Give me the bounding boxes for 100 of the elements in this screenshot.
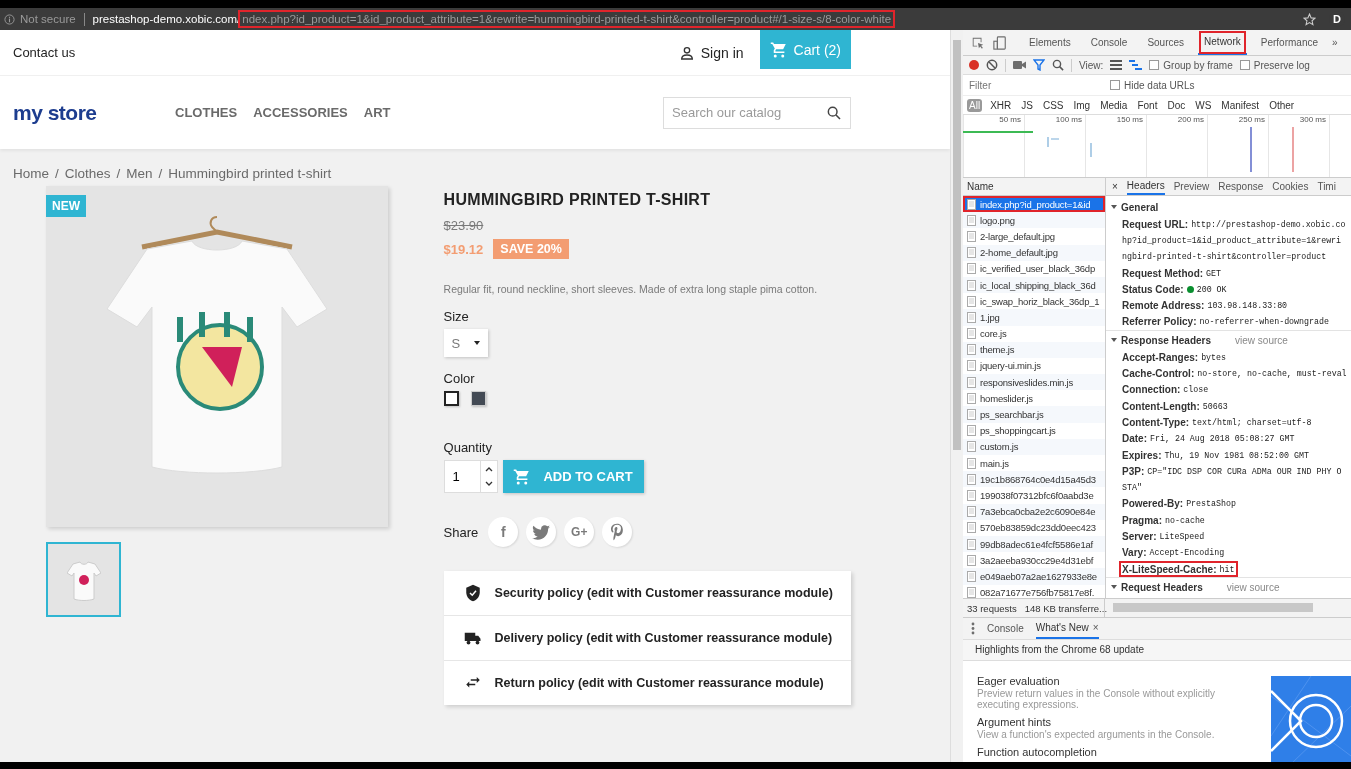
detail-tab[interactable]: Timi bbox=[1317, 178, 1336, 195]
panel-tab[interactable]: Performance bbox=[1254, 30, 1324, 55]
search-field[interactable]: Search our catalog bbox=[663, 96, 851, 129]
request-row[interactable]: 082a71677e756fb75817e8f. bbox=[963, 584, 1105, 598]
store-logo[interactable]: my store bbox=[13, 100, 153, 125]
request-row[interactable]: 199038f07312bfc6f0aabd3e bbox=[963, 487, 1105, 504]
checkbox[interactable] bbox=[1239, 60, 1250, 70]
request-row[interactable]: 7a3ebca0cba2e2c6090e84e bbox=[963, 503, 1105, 520]
up-chevron-icon[interactable] bbox=[484, 465, 493, 472]
google-plus-share-button[interactable]: G+ bbox=[564, 517, 595, 547]
drawer-menu-icon[interactable] bbox=[971, 622, 975, 635]
detail-tab[interactable]: Preview bbox=[1173, 178, 1210, 195]
search-icon[interactable] bbox=[826, 104, 842, 121]
request-row[interactable]: theme.js bbox=[963, 341, 1105, 358]
star-icon[interactable] bbox=[1303, 12, 1316, 26]
panel-tab[interactable]: Elements bbox=[1023, 30, 1077, 55]
type-filter[interactable]: Manifest bbox=[1219, 98, 1262, 112]
thumbnail-image[interactable] bbox=[46, 542, 121, 617]
type-filter[interactable]: XHR bbox=[988, 98, 1014, 112]
request-row[interactable]: custom.js bbox=[963, 438, 1105, 455]
expand-arrow-icon[interactable] bbox=[1111, 585, 1117, 590]
expand-arrow-icon[interactable] bbox=[1111, 205, 1117, 209]
scrollbar-thumb[interactable] bbox=[1113, 603, 1313, 612]
request-row[interactable]: 19c1b868764c0e4d15a45d3 bbox=[963, 471, 1105, 488]
detail-tab[interactable]: Headers bbox=[1126, 178, 1165, 195]
column-header[interactable]: Name bbox=[963, 178, 1105, 196]
nav-link[interactable]: ACCESSORIES bbox=[253, 105, 348, 120]
request-row[interactable]: core.js bbox=[963, 325, 1105, 342]
more-tabs-button[interactable]: » bbox=[1332, 37, 1338, 48]
detail-tab[interactable]: Response bbox=[1218, 178, 1264, 195]
type-filter[interactable]: Doc bbox=[1165, 98, 1188, 112]
camera-icon[interactable] bbox=[1013, 60, 1026, 70]
nav-link[interactable]: ART bbox=[363, 105, 391, 120]
close-button[interactable]: × bbox=[1112, 181, 1118, 192]
type-filter[interactable]: CSS bbox=[1040, 98, 1066, 112]
inspect-icon[interactable] bbox=[971, 35, 985, 50]
request-row[interactable]: homeslider.js bbox=[963, 390, 1105, 407]
type-filter[interactable]: Media bbox=[1098, 98, 1130, 112]
request-row[interactable]: responsiveslides.min.js bbox=[963, 374, 1105, 391]
device-toolbar-icon[interactable] bbox=[993, 35, 1007, 50]
scrollbar-thumb[interactable] bbox=[953, 40, 961, 450]
checkbox-label[interactable]: Preserve log bbox=[1253, 59, 1310, 71]
breadcrumb-link[interactable]: Clothes bbox=[64, 166, 111, 186]
request-row[interactable]: ps_shoppingcart.js bbox=[963, 422, 1105, 439]
request-row[interactable]: ic_verified_user_black_36dp bbox=[963, 260, 1105, 277]
facebook-share-button[interactable]: f bbox=[488, 517, 519, 547]
detail-tab[interactable]: Cookies bbox=[1272, 178, 1309, 195]
request-row[interactable]: 3a2aeeba930cc29e4d31ebf bbox=[963, 552, 1105, 569]
nav-link[interactable]: CLOTHES bbox=[175, 105, 238, 120]
request-row[interactable]: jquery-ui.min.js bbox=[963, 357, 1105, 375]
type-filter[interactable]: WS bbox=[1193, 98, 1214, 112]
panel-tab[interactable]: Network bbox=[1198, 30, 1247, 55]
pinterest-share-button[interactable] bbox=[602, 517, 633, 547]
request-row[interactable]: logo.png bbox=[963, 212, 1105, 229]
request-row[interactable]: 570eb83859dc23dd0eec423 bbox=[963, 519, 1105, 536]
checkbox[interactable] bbox=[1149, 60, 1160, 70]
type-filter[interactable]: JS bbox=[1019, 98, 1035, 112]
record-button[interactable] bbox=[969, 60, 979, 70]
request-row[interactable]: ic_local_shipping_black_36d bbox=[963, 276, 1105, 294]
waterfall-view-icon[interactable] bbox=[1129, 60, 1143, 70]
breadcrumb-link[interactable]: Men bbox=[126, 166, 153, 186]
type-filter[interactable]: Font bbox=[1135, 98, 1160, 112]
view-source-link[interactable]: view source bbox=[1235, 334, 1288, 346]
request-row[interactable]: 2-home_default.jpg bbox=[963, 244, 1105, 261]
clear-icon[interactable] bbox=[986, 59, 998, 71]
address-bar[interactable]: Not secure prestashop-demo.xobic.com/ ndex.php?id_product=1&id_product_attribute=1&rewrite=hummingbird-printed-t-shirt&controller=product#/1-size-s/8-color-white D bbox=[0, 8, 1351, 30]
request-row[interactable]: main.js bbox=[963, 455, 1105, 472]
filter-icon[interactable] bbox=[1033, 59, 1045, 71]
breadcrumb-link[interactable]: Home bbox=[13, 166, 49, 186]
type-filter[interactable]: Img bbox=[1071, 98, 1093, 112]
size-dropdown[interactable]: S bbox=[443, 329, 488, 357]
panel-tab[interactable]: Console bbox=[1084, 30, 1134, 55]
request-row[interactable]: e049aeb07a2ae1627933e8e bbox=[963, 568, 1105, 585]
twitter-share-button[interactable] bbox=[526, 517, 557, 547]
request-row[interactable]: 2-large_default.jpg bbox=[963, 228, 1105, 245]
section-title[interactable]: Request Headers bbox=[1121, 581, 1203, 593]
close-button[interactable]: × bbox=[1092, 622, 1099, 633]
panel-tab[interactable]: Sources bbox=[1141, 30, 1191, 55]
checkbox-label[interactable]: Hide data URLs bbox=[1124, 79, 1195, 91]
section-title[interactable]: General bbox=[1121, 201, 1159, 213]
checkbox-label[interactable]: Group by frame bbox=[1163, 59, 1233, 71]
down-chevron-icon[interactable] bbox=[484, 481, 493, 488]
drawer-tab[interactable]: Console bbox=[987, 618, 1024, 639]
sign-in-link[interactable]: Sign in bbox=[678, 44, 744, 61]
search-icon[interactable] bbox=[1052, 59, 1064, 71]
type-filter[interactable]: Other bbox=[1267, 98, 1297, 112]
request-row[interactable]: 99db8adec61e4fcf5586e1af bbox=[963, 535, 1105, 553]
request-row[interactable]: ps_searchbar.js bbox=[963, 406, 1105, 423]
view-source-link[interactable]: view source bbox=[1226, 581, 1280, 593]
contact-link[interactable]: Contact us bbox=[13, 45, 76, 60]
request-row[interactable]: 1.jpg bbox=[963, 309, 1105, 326]
list-view-icon[interactable] bbox=[1110, 60, 1123, 70]
request-row[interactable]: index.php?id_product=1&id bbox=[963, 196, 1105, 213]
expand-arrow-icon[interactable] bbox=[1111, 338, 1117, 343]
info-icon[interactable] bbox=[4, 13, 15, 25]
section-title[interactable]: Response Headers bbox=[1121, 334, 1212, 346]
request-row[interactable]: ic_swap_horiz_black_36dp_1 bbox=[963, 293, 1105, 310]
quantity-field[interactable]: 1 bbox=[443, 460, 480, 493]
checkbox[interactable] bbox=[1110, 80, 1120, 90]
color-swatch[interactable] bbox=[443, 391, 459, 406]
